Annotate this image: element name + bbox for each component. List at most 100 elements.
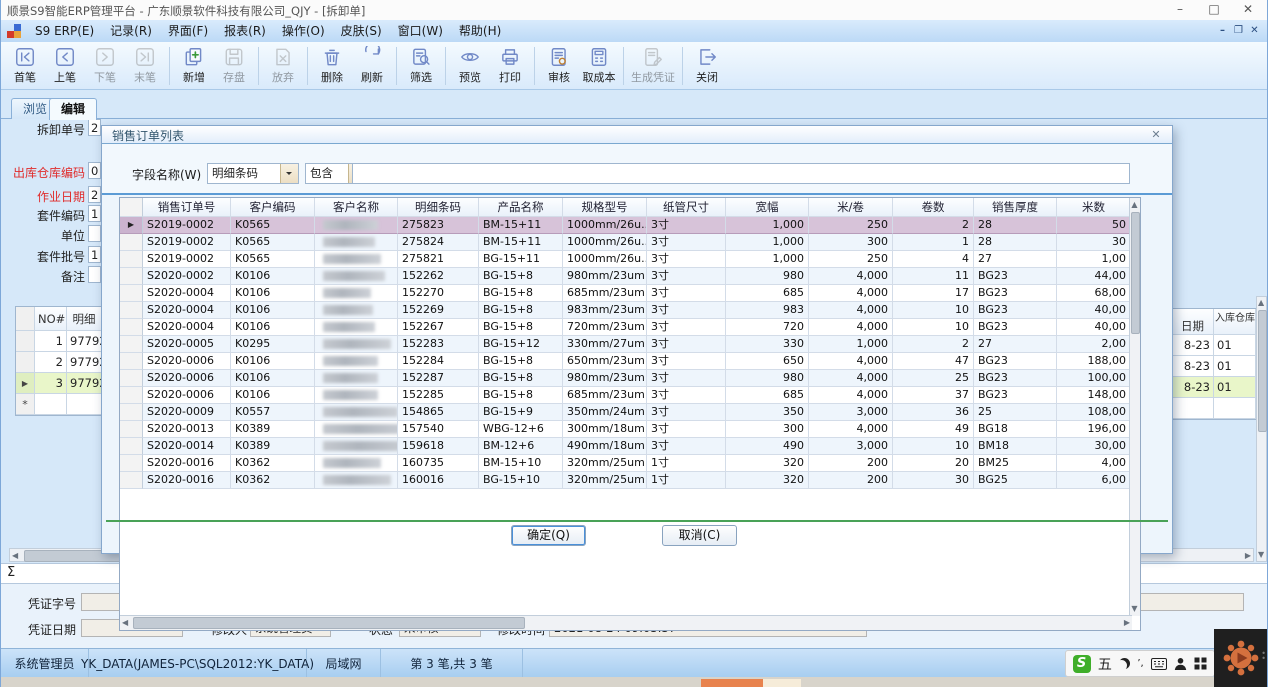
menu-item-5[interactable]: 皮肤(S) xyxy=(333,20,390,42)
column-header-0[interactable]: 销售订单号 xyxy=(143,198,231,217)
form-field-1[interactable]: 0 xyxy=(88,162,101,179)
keyboard-icon[interactable] xyxy=(1151,658,1167,670)
table-row[interactable]: S2020-0004K0106152270BG-15+8685mm/23um..… xyxy=(120,285,1132,302)
taskbar-item-cream[interactable] xyxy=(763,679,801,687)
table-row[interactable]: S2020-0009K0557154865BG-15+9350mm/24um..… xyxy=(120,404,1132,421)
sun-player-logo-icon[interactable] xyxy=(1221,638,1261,678)
col-warehouse-header[interactable]: 入库仓库 xyxy=(1214,309,1256,335)
table-row[interactable]: ▶S2019-0002K0565275823BM-15+111000mm/26u… xyxy=(120,217,1132,234)
table-row[interactable]: S2020-0004K0106152267BG-15+8720mm/23um..… xyxy=(120,319,1132,336)
column-header-11[interactable]: 米数 xyxy=(1057,198,1131,217)
window-maximize-button[interactable]: □ xyxy=(1197,0,1231,19)
window-close-button[interactable]: ✕ xyxy=(1231,0,1265,19)
cell: 320 xyxy=(726,455,809,472)
column-header-7[interactable]: 宽幅 xyxy=(726,198,809,217)
toolbar-button-refresh[interactable]: 刷新 xyxy=(352,44,392,88)
bg-right-row[interactable] xyxy=(1172,398,1256,419)
column-header-10[interactable]: 销售厚度 xyxy=(974,198,1057,217)
corner-app-window[interactable]: •• xyxy=(1214,629,1268,687)
table-row[interactable]: S2019-0002K0565275821BG-15+111000mm/26u.… xyxy=(120,251,1132,268)
bg-right-row[interactable]: 8-2301 xyxy=(1172,377,1256,398)
toolbar-button-add[interactable]: 新增 xyxy=(174,44,214,88)
col-date-header[interactable]: 日期 xyxy=(1172,309,1214,335)
cell: 3寸 xyxy=(647,319,726,336)
column-header-5[interactable]: 规格型号 xyxy=(563,198,647,217)
table-row[interactable]: S2020-0005K0295152283BG-15+12330mm/27um.… xyxy=(120,336,1132,353)
toolbar-button-print[interactable]: 打印 xyxy=(490,44,530,88)
sogou-input-icon[interactable]: S xyxy=(1073,655,1091,673)
menu-item-1[interactable]: 记录(R) xyxy=(102,20,160,42)
grid-icon[interactable] xyxy=(1194,657,1207,670)
cell: 28 xyxy=(974,234,1057,251)
print-icon xyxy=(499,46,521,68)
form-field-4[interactable] xyxy=(88,225,101,242)
toolbar-button-first-record[interactable]: 首笔 xyxy=(5,44,45,88)
grid-vertical-scrollbar[interactable]: ▲ ▼ xyxy=(1129,198,1140,616)
form-field-0[interactable]: 2 xyxy=(88,119,101,136)
tab-edit[interactable]: 编辑 xyxy=(49,98,97,120)
form-field-5[interactable]: 1 xyxy=(88,246,101,263)
person-icon[interactable] xyxy=(1174,657,1187,671)
column-header-8[interactable]: 米/卷 xyxy=(809,198,893,217)
bg-right-row[interactable]: 8-2301 xyxy=(1172,335,1256,356)
toolbar-button-preview[interactable]: 预览 xyxy=(450,44,490,88)
form-field-2[interactable]: 2 xyxy=(88,186,101,203)
toolbar-button-audit[interactable]: 审核 xyxy=(539,44,579,88)
menu-item-3[interactable]: 报表(R) xyxy=(216,20,274,42)
taskbar-item-orange[interactable] xyxy=(701,679,763,687)
wubi-mode-icon[interactable]: 五 xyxy=(1098,654,1112,674)
bg-left-row[interactable]: ▶397792 xyxy=(16,373,102,394)
dialog-title-bar[interactable]: 销售订单列表 ✕ xyxy=(102,126,1172,144)
grid-horizontal-scrollbar[interactable]: ◀ ▶ xyxy=(120,615,1132,630)
column-header-1[interactable]: 客户编码 xyxy=(231,198,315,217)
cell-warehouse: 01 xyxy=(1214,377,1256,398)
child-restore-button[interactable]: ❐ xyxy=(1230,23,1247,38)
menu-item-4[interactable]: 操作(O) xyxy=(274,20,333,42)
bg-left-row[interactable]: 297792 xyxy=(16,352,102,373)
table-row[interactable]: S2020-0004K0106152269BG-15+8983mm/23um..… xyxy=(120,302,1132,319)
table-row[interactable]: S2019-0002K0565275824BM-15+111000mm/26u.… xyxy=(120,234,1132,251)
form-field-6[interactable] xyxy=(88,266,101,283)
bg-left-row[interactable]: * xyxy=(16,394,102,415)
window-minimize-button[interactable]: – xyxy=(1163,0,1197,19)
dialog-close-icon[interactable]: ✕ xyxy=(1148,127,1164,142)
table-row[interactable]: S2020-0014K0389159618BM-12+6490mm/18um..… xyxy=(120,438,1132,455)
bg-right-row[interactable]: 8-2301 xyxy=(1172,356,1256,377)
menu-item-2[interactable]: 界面(F) xyxy=(160,20,216,42)
ok-button[interactable]: 确定(Q) xyxy=(511,525,586,546)
table-row[interactable]: S2020-0006K0106152285BG-15+8685mm/23um..… xyxy=(120,387,1132,404)
toolbar-button-filter[interactable]: 筛选 xyxy=(401,44,441,88)
table-row[interactable]: S2020-0016K0362160735BM-15+10320mm/25um.… xyxy=(120,455,1132,472)
column-header-3[interactable]: 明细条码 xyxy=(398,198,479,217)
chevron-down-icon[interactable] xyxy=(280,164,298,183)
toolbar-button-cost[interactable]: 取成本 xyxy=(579,44,619,88)
column-header-9[interactable]: 卷数 xyxy=(893,198,974,217)
table-row[interactable]: S2020-0006K0106152284BG-15+8650mm/23um..… xyxy=(120,353,1132,370)
child-close-button[interactable]: ✕ xyxy=(1246,23,1263,38)
toolbar-button-exit[interactable]: 关闭 xyxy=(687,44,727,88)
table-row[interactable]: S2020-0013K0389157540WBG-12+6300mm/18um.… xyxy=(120,421,1132,438)
toolbar-button-prev-record[interactable]: 上笔 xyxy=(45,44,85,88)
column-header-4[interactable]: 产品名称 xyxy=(479,198,563,217)
child-minimize-button[interactable]: – xyxy=(1214,23,1231,38)
table-row[interactable]: S2020-0006K0106152287BG-15+8980mm/23um..… xyxy=(120,370,1132,387)
col-no-header[interactable]: NO# xyxy=(35,307,67,331)
field-name-select[interactable]: 明细条码 xyxy=(207,163,299,184)
cell xyxy=(315,387,398,404)
form-field-3[interactable]: 1 xyxy=(88,205,101,222)
bg-left-row[interactable]: 197792 xyxy=(16,331,102,352)
punctuation-icon[interactable]: ’, xyxy=(1137,658,1143,669)
table-row[interactable]: S2020-0016K0362160016BG-15+10320mm/25um.… xyxy=(120,472,1132,489)
col-detail-header[interactable]: 明细 xyxy=(67,307,102,331)
filter-query-input[interactable] xyxy=(352,163,1130,184)
column-header-6[interactable]: 纸管尺寸 xyxy=(647,198,726,217)
column-header-2[interactable]: 客户名称 xyxy=(315,198,398,217)
menu-item-0[interactable]: S9 ERP(E) xyxy=(27,20,102,42)
menu-item-7[interactable]: 帮助(H) xyxy=(451,20,509,42)
table-row[interactable]: S2020-0002K0106152262BG-15+8980mm/23um..… xyxy=(120,268,1132,285)
toolbar-button-delete[interactable]: 删除 xyxy=(312,44,352,88)
cancel-button[interactable]: 取消(C) xyxy=(662,525,737,546)
bg-vertical-scrollbar[interactable]: ▲ ▼ xyxy=(1256,296,1267,562)
menu-item-6[interactable]: 窗口(W) xyxy=(390,20,451,42)
moon-icon[interactable] xyxy=(1119,658,1130,669)
